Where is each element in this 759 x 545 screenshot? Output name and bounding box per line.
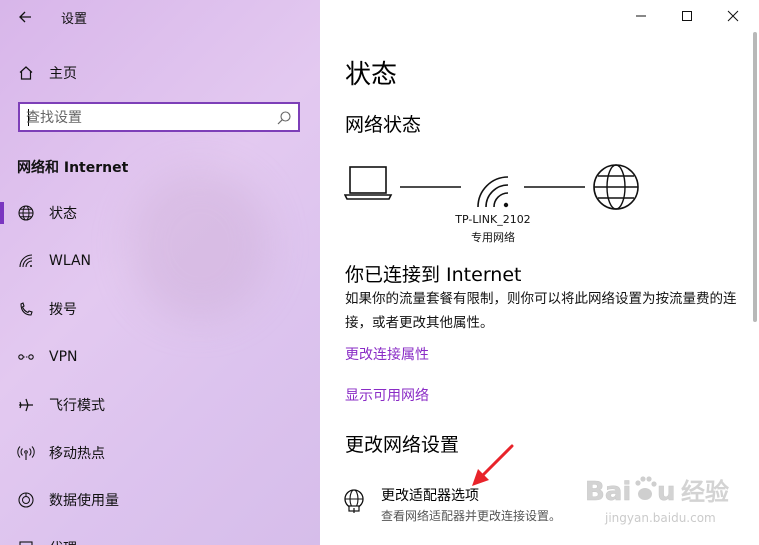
sidebar-item-label: 移动热点 bbox=[49, 446, 105, 462]
wifi-icon bbox=[477, 176, 509, 208]
laptop-icon bbox=[344, 166, 393, 200]
page-title: 状态 bbox=[345, 60, 398, 90]
maximize-icon bbox=[682, 11, 692, 21]
sidebar-item-dialup[interactable]: 拨号 bbox=[0, 289, 320, 329]
back-arrow-icon bbox=[19, 11, 31, 23]
search-input[interactable] bbox=[26, 108, 266, 128]
sidebar-item-wlan[interactable]: WLAN bbox=[0, 241, 320, 281]
search-box[interactable] bbox=[18, 102, 300, 132]
globe-icon bbox=[17, 204, 35, 222]
sidebar-item-label: WLAN bbox=[49, 253, 92, 269]
sidebar-item-label: 主页 bbox=[49, 66, 77, 82]
main-content: 状态 网络状态 TP-LINK_2102 专用网络 你已连接到 Internet… bbox=[320, 0, 759, 545]
data-usage-icon bbox=[17, 491, 35, 509]
baidu-watermark: Bai u 经验 jingyan.baidu.com bbox=[585, 476, 729, 525]
active-indicator bbox=[0, 202, 4, 224]
scrollbar[interactable] bbox=[753, 32, 757, 322]
vpn-icon bbox=[17, 348, 35, 366]
close-icon bbox=[727, 10, 739, 22]
sidebar-item-label: 拨号 bbox=[49, 302, 77, 318]
app-title: 设置 bbox=[61, 12, 88, 27]
back-button[interactable] bbox=[12, 5, 40, 29]
sidebar-item-status[interactable]: 状态 bbox=[0, 193, 320, 233]
sidebar-item-home[interactable]: 主页 bbox=[0, 53, 320, 93]
network-status-heading: 网络状态 bbox=[345, 114, 422, 136]
svg-text:u: u bbox=[657, 477, 676, 507]
sidebar-item-label: 代理 bbox=[49, 538, 77, 545]
minimize-button[interactable] bbox=[618, 0, 664, 32]
change-connection-properties-link[interactable]: 更改连接属性 bbox=[345, 344, 429, 364]
sidebar-item-label: 数据使用量 bbox=[49, 493, 119, 509]
internet-globe-icon bbox=[593, 164, 639, 210]
sidebar-item-label: VPN bbox=[49, 349, 78, 365]
paw-icon bbox=[635, 476, 657, 500]
change-network-settings-heading: 更改网络设置 bbox=[345, 434, 460, 456]
search-icon bbox=[277, 111, 291, 125]
svg-text:Bai: Bai bbox=[585, 477, 631, 507]
airplane-icon bbox=[17, 396, 35, 414]
maximize-button[interactable] bbox=[664, 0, 710, 32]
sidebar-item-label: 状态 bbox=[49, 206, 77, 222]
connected-heading: 你已连接到 Internet bbox=[345, 264, 522, 286]
annotation-arrow-icon bbox=[472, 444, 514, 486]
close-button[interactable] bbox=[710, 0, 756, 32]
network-adapter-icon bbox=[344, 489, 364, 513]
section-label: 网络和 Internet bbox=[17, 160, 129, 176]
show-available-networks-link[interactable]: 显示可用网络 bbox=[345, 385, 429, 405]
proxy-icon bbox=[17, 539, 35, 545]
settings-window: 设置 主页 网络和 Internet bbox=[0, 0, 759, 545]
sidebar-item-data-usage[interactable]: 数据使用量 bbox=[0, 480, 320, 520]
sidebar: 设置 主页 网络和 Internet bbox=[0, 0, 320, 545]
sidebar-item-vpn[interactable]: VPN bbox=[0, 337, 320, 377]
svg-text:jingyan.baidu.com: jingyan.baidu.com bbox=[604, 511, 716, 525]
svg-text:经验: 经验 bbox=[681, 478, 729, 506]
dialup-icon bbox=[17, 300, 35, 318]
network-ssid: TP-LINK_2102 bbox=[455, 213, 531, 226]
connected-description: 如果你的流量套餐有限制，则你可以将此网络设置为按流量费的连接，或者更改其他属性。 bbox=[345, 291, 737, 331]
sidebar-item-label: 飞行模式 bbox=[49, 398, 105, 414]
adapter-options-description: 查看网络适配器并更改连接设置。 bbox=[381, 509, 562, 523]
minimize-icon bbox=[636, 15, 646, 17]
network-type: 专用网络 bbox=[471, 231, 515, 244]
home-icon bbox=[17, 64, 35, 82]
sidebar-item-proxy[interactable]: 代理 bbox=[0, 528, 320, 545]
sidebar-item-airplane-mode[interactable]: 飞行模式 bbox=[0, 385, 320, 425]
wifi-icon bbox=[17, 252, 35, 270]
hotspot-icon bbox=[17, 444, 35, 462]
sidebar-item-mobile-hotspot[interactable]: 移动热点 bbox=[0, 433, 320, 473]
